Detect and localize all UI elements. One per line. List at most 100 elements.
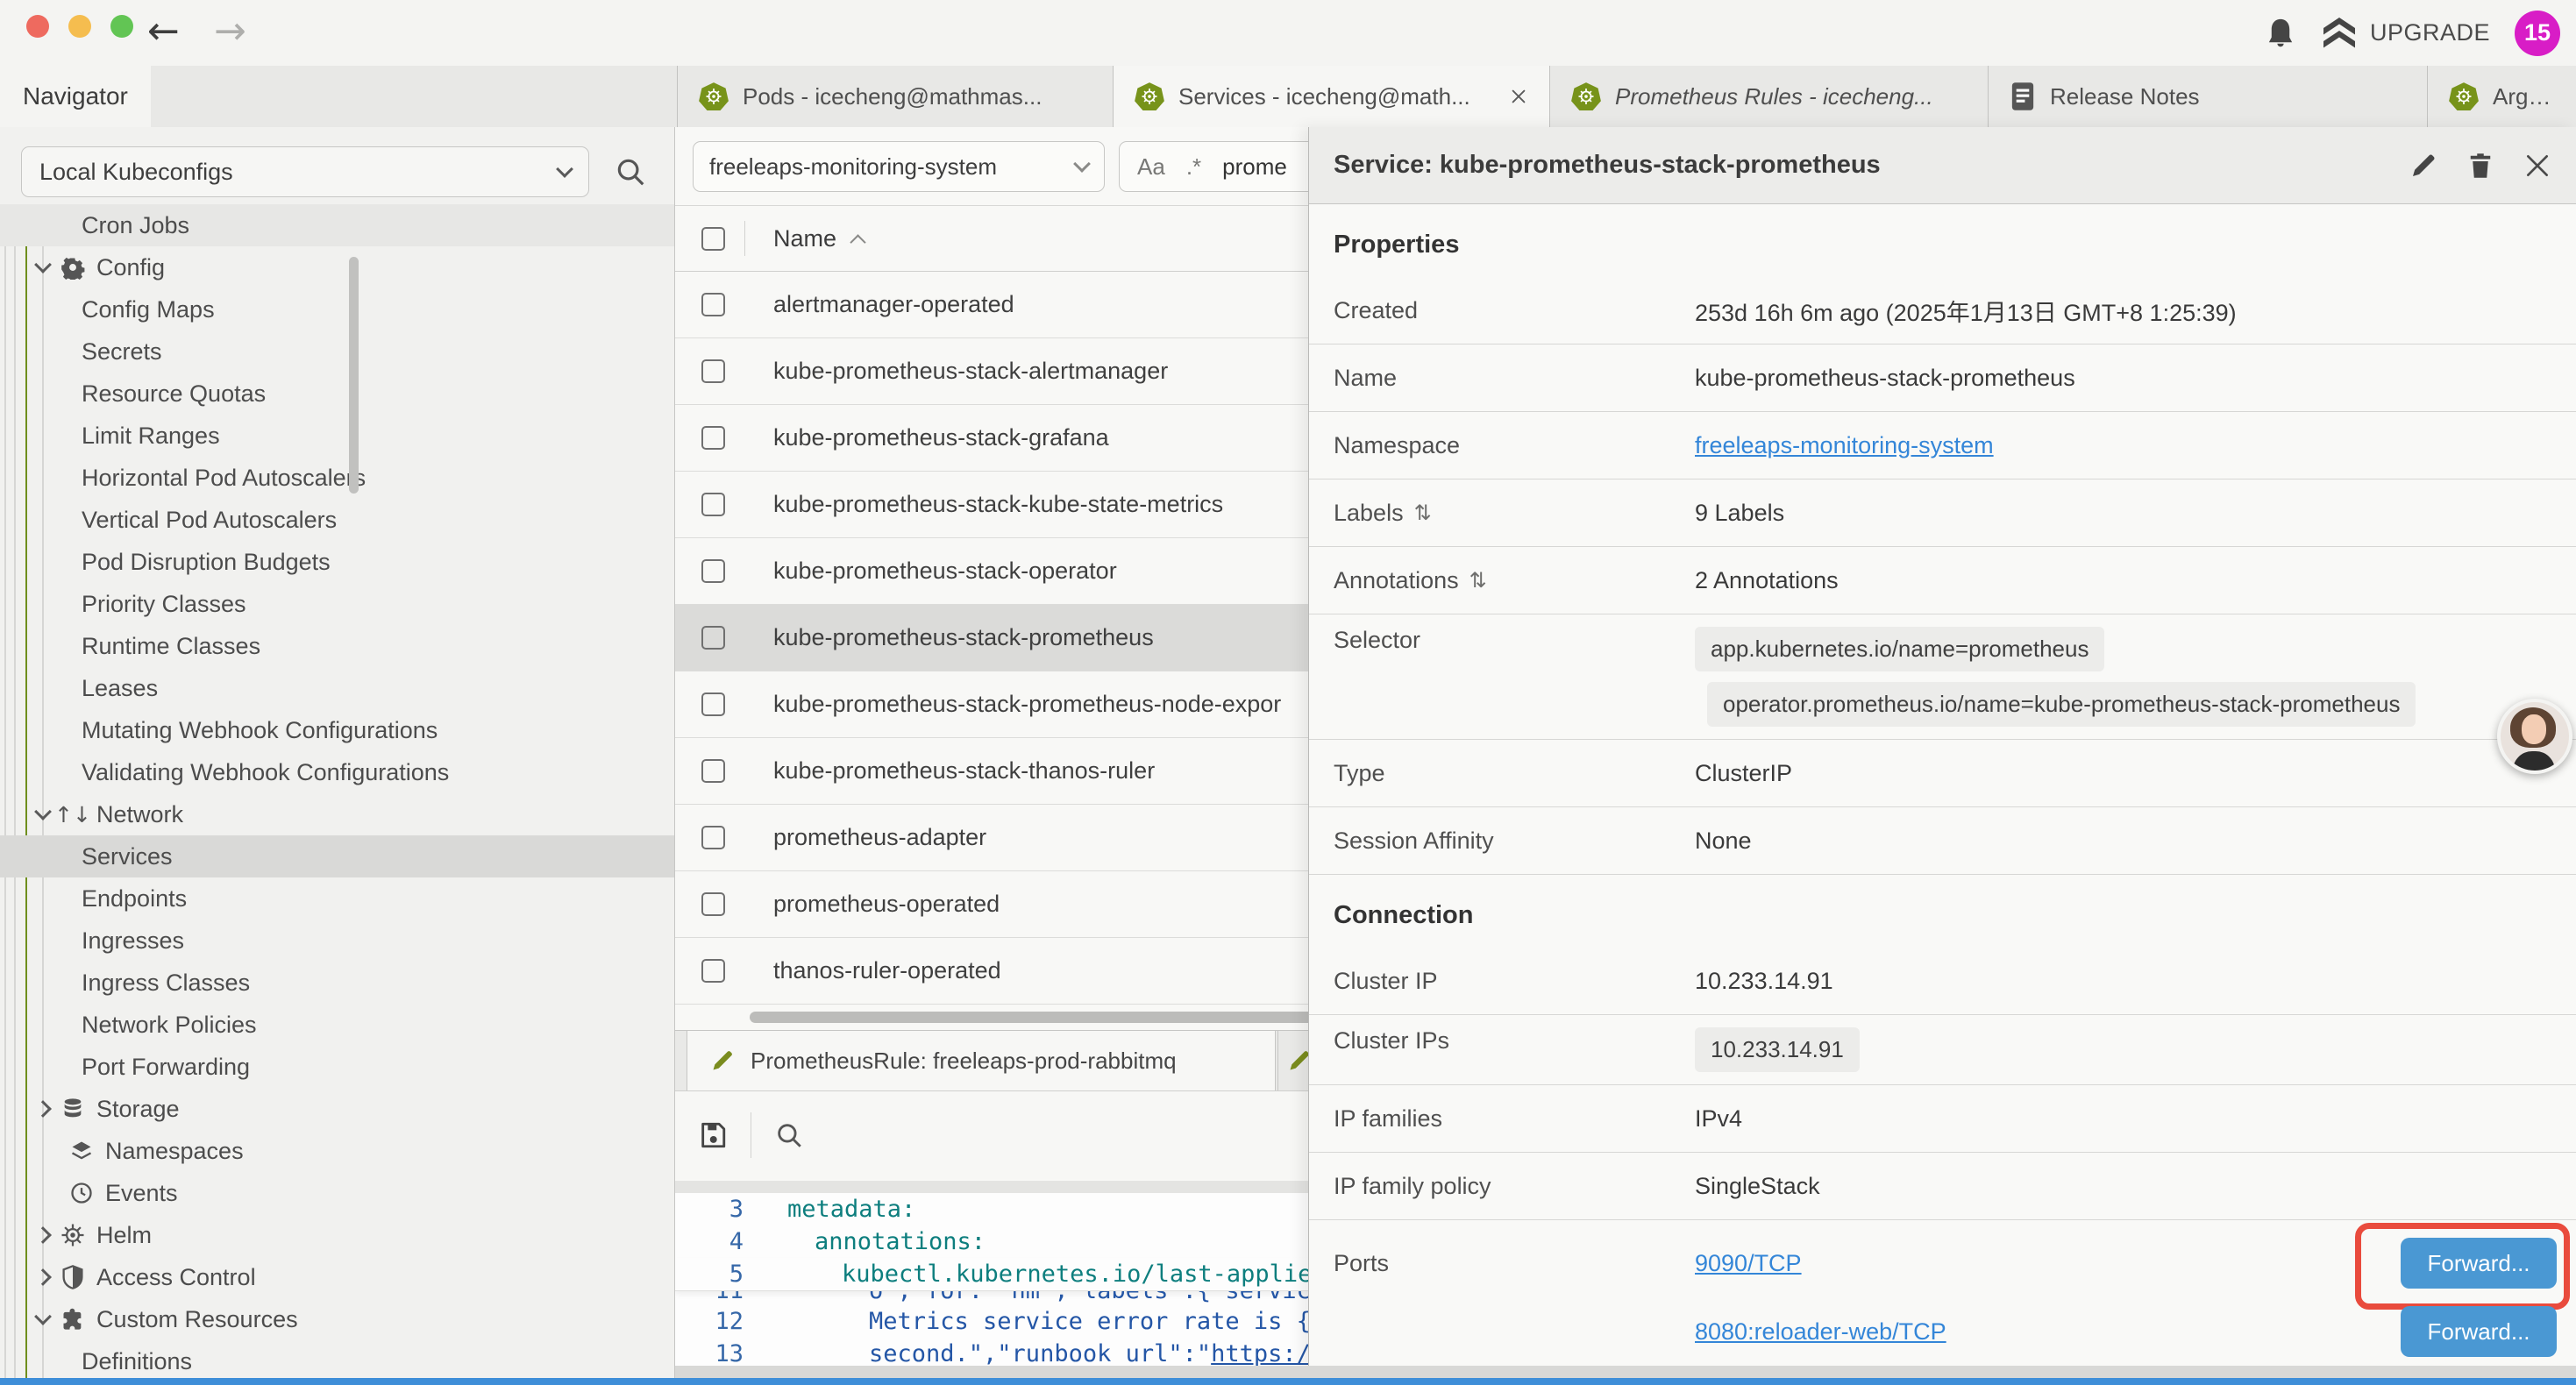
delete-button[interactable] <box>2467 151 2494 181</box>
sidebar-item-leases[interactable]: Leases <box>0 667 674 709</box>
sidebar-item-horizontal-pod-autoscalers[interactable]: Horizontal Pod Autoscalers <box>0 457 674 499</box>
sidebar-item-config[interactable]: Config <box>0 246 674 288</box>
table-row-prometheus-operated[interactable]: prometheus-operated <box>675 871 1396 938</box>
navigator-panel-tab[interactable]: Navigator <box>0 66 151 127</box>
row-checkbox[interactable] <box>701 293 725 316</box>
sidebar-scrollbar[interactable] <box>349 257 359 494</box>
sidebar-item-limit-ranges[interactable]: Limit Ranges <box>0 415 674 457</box>
sidebar-item-events[interactable]: Events <box>0 1172 674 1214</box>
table-row-kube-prometheus-stack-prometheus-node-expor[interactable]: kube-prometheus-stack-prometheus-node-ex… <box>675 671 1396 738</box>
namespace-link[interactable]: freeleaps-monitoring-system <box>1695 432 1994 459</box>
notification-count-badge[interactable]: 15 <box>2515 11 2560 56</box>
tab-release-notes[interactable]: Release Notes <box>1988 66 2427 127</box>
sidebar-item-access-control[interactable]: Access Control <box>0 1256 674 1298</box>
sidebar-item-config-maps[interactable]: Config Maps <box>0 288 674 330</box>
column-header-name[interactable]: Name <box>773 225 836 252</box>
table-row-thanos-ruler-operated[interactable]: thanos-ruler-operated <box>675 938 1396 1005</box>
sidebar-item-storage[interactable]: Storage <box>0 1088 674 1130</box>
row-checkbox[interactable] <box>701 826 725 849</box>
property-row-session-affinity: Session AffinityNone <box>1309 807 2576 875</box>
code-line-5[interactable]: 5kubectl.kubernetes.io/last-applied-co <box>675 1258 1396 1291</box>
sidebar-item-mutating-webhook-configurations[interactable]: Mutating Webhook Configurations <box>0 709 674 751</box>
code-line-4[interactable]: 4annotations: <box>675 1225 1396 1258</box>
forward-button[interactable]: Forward... <box>2401 1238 2557 1289</box>
row-checkbox[interactable] <box>701 692 725 716</box>
table-row-kube-prometheus-stack-operator[interactable]: kube-prometheus-stack-operator <box>675 538 1396 605</box>
table-row-kube-prometheus-stack-thanos-ruler[interactable]: kube-prometheus-stack-thanos-ruler <box>675 738 1396 805</box>
port-link[interactable]: 8080:reloader-web/TCP <box>1695 1318 1946 1346</box>
sidebar-item-network[interactable]: ↑↓Network <box>0 793 674 835</box>
table-horizontal-scrollbar[interactable] <box>675 1008 1396 1027</box>
code-line-3[interactable]: 3metadata: <box>675 1193 1396 1225</box>
sidebar-item-helm[interactable]: Helm <box>0 1214 674 1256</box>
yaml-editor[interactable]: 3metadata:4annotations:5kubectl.kubernet… <box>675 1193 1396 1385</box>
user-avatar[interactable] <box>2497 699 2572 774</box>
sidebar-item-custom-resources[interactable]: Custom Resources <box>0 1298 674 1340</box>
forward-button[interactable]: Forward... <box>2401 1306 2557 1357</box>
tab-argo-se[interactable]: Argo Se <box>2427 66 2573 127</box>
upgrade-button[interactable]: UPGRADE <box>2321 16 2490 51</box>
sidebar-item-priority-classes[interactable]: Priority Classes <box>0 583 674 625</box>
sidebar-item-port-forwarding[interactable]: Port Forwarding <box>0 1046 674 1088</box>
sidebar-search-button[interactable] <box>614 155 647 188</box>
sidebar-item-services[interactable]: Services <box>0 835 674 877</box>
sidebar-item-definitions[interactable]: Definitions <box>0 1340 674 1382</box>
sidebar-item-network-policies[interactable]: Network Policies <box>0 1004 674 1046</box>
table-row-kube-prometheus-stack-grafana[interactable]: kube-prometheus-stack-grafana <box>675 405 1396 472</box>
table-row-prometheus-adapter[interactable]: prometheus-adapter <box>675 805 1396 871</box>
sidebar-item-endpoints[interactable]: Endpoints <box>0 877 674 920</box>
edit-button[interactable] <box>2409 152 2437 180</box>
table-row-kube-prometheus-stack-kube-state-metrics[interactable]: kube-prometheus-stack-kube-state-metrics <box>675 472 1396 538</box>
regex-toggle[interactable]: .* <box>1186 153 1201 181</box>
traffic-light-zoom[interactable] <box>110 15 133 38</box>
sidebar-item-vertical-pod-autoscalers[interactable]: Vertical Pod Autoscalers <box>0 499 674 541</box>
sidebar-item-validating-webhook-configurations[interactable]: Validating Webhook Configurations <box>0 751 674 793</box>
notifications-bell-icon[interactable] <box>2265 17 2296 50</box>
forward-button[interactable]: → <box>214 7 246 56</box>
tab-pods[interactable]: Pods - icecheng@mathmas... <box>677 66 1113 127</box>
traffic-light-close[interactable] <box>26 15 49 38</box>
row-checkbox[interactable] <box>701 359 725 383</box>
match-case-toggle[interactable]: Aa <box>1137 153 1165 181</box>
sidebar-item-ingresses[interactable]: Ingresses <box>0 920 674 962</box>
editor-tab-prometheusrule[interactable]: PrometheusRule: freeleaps-prod-rabbitmq <box>687 1031 1276 1090</box>
code-line-11[interactable]: 11o", for: "hm", labels :{ service" : <box>675 1291 1396 1305</box>
back-button[interactable]: ← <box>147 7 180 56</box>
traffic-light-minimize[interactable] <box>68 15 91 38</box>
table-row-kube-prometheus-stack-alertmanager[interactable]: kube-prometheus-stack-alertmanager <box>675 338 1396 405</box>
editor-horizontal-scrollbar[interactable] <box>675 1181 1396 1193</box>
sidebar-item-label: Definitions <box>82 1348 192 1375</box>
sidebar-item-pod-disruption-budgets[interactable]: Pod Disruption Budgets <box>0 541 674 583</box>
chevron-down-icon <box>34 1308 52 1325</box>
row-checkbox[interactable] <box>701 493 725 516</box>
tab-prometheus-rules[interactable]: Prometheus Rules - icecheng... <box>1549 66 1988 127</box>
namespace-select[interactable]: freeleaps-monitoring-system <box>693 141 1105 192</box>
table-row-kube-prometheus-stack-prometheus[interactable]: kube-prometheus-stack-prometheus <box>675 605 1396 671</box>
row-checkbox[interactable] <box>701 559 725 583</box>
tab-services[interactable]: Services - icecheng@math... <box>1113 66 1549 127</box>
table-row-alertmanager-operated[interactable]: alertmanager-operated <box>675 272 1396 338</box>
save-button[interactable] <box>698 1120 728 1150</box>
row-checkbox[interactable] <box>701 426 725 450</box>
close-tab-icon[interactable] <box>1495 87 1528 106</box>
sidebar-item-namespaces[interactable]: Namespaces <box>0 1130 674 1172</box>
sidebar-item-ingress-classes[interactable]: Ingress Classes <box>0 962 674 1004</box>
row-checkbox[interactable] <box>701 892 725 916</box>
code-line-12[interactable]: 12Metrics service error rate is {{ $va <box>675 1305 1396 1338</box>
sidebar-item-runtime-classes[interactable]: Runtime Classes <box>0 625 674 667</box>
bottom-scrollbar-track[interactable] <box>675 1366 2576 1378</box>
row-checkbox[interactable] <box>701 959 725 983</box>
sidebar-item-resource-quotas[interactable]: Resource Quotas <box>0 373 674 415</box>
select-all-checkbox[interactable] <box>701 227 725 251</box>
port-link[interactable]: 9090/TCP <box>1695 1250 1802 1277</box>
sidebar-item-cron-jobs[interactable]: Cron Jobs <box>0 204 674 246</box>
sort-toggle-icon[interactable]: ⇅ <box>1414 501 1432 525</box>
row-checkbox[interactable] <box>701 626 725 650</box>
property-label: Labels⇅ <box>1334 500 1695 527</box>
close-button[interactable] <box>2523 152 2551 180</box>
sort-toggle-icon[interactable]: ⇅ <box>1469 568 1487 593</box>
kubeconfig-select[interactable]: Local Kubeconfigs <box>21 146 589 197</box>
sidebar-item-secrets[interactable]: Secrets <box>0 330 674 373</box>
row-checkbox[interactable] <box>701 759 725 783</box>
editor-search-button[interactable] <box>774 1120 804 1150</box>
